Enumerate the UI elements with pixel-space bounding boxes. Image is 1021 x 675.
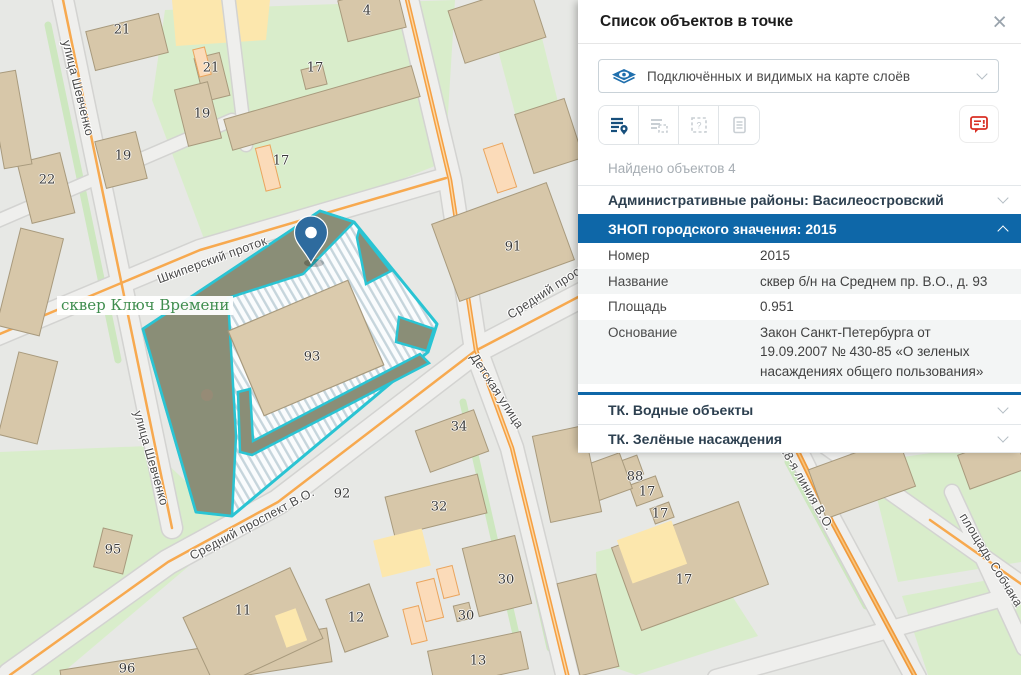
document-icon: [728, 114, 750, 136]
chevron-down-icon: [976, 68, 987, 79]
list-pin-icon: [608, 114, 630, 136]
chevron-down-icon: [997, 402, 1008, 413]
chevron-up-icon: [997, 225, 1008, 236]
svg-text:?: ?: [696, 121, 701, 131]
chevron-down-icon: [997, 192, 1008, 203]
detail-row: Название сквер б/н на Среднем пр. В.О., …: [578, 269, 1021, 295]
detail-row: Площадь 0.951: [578, 294, 1021, 320]
close-icon[interactable]: ×: [992, 12, 1007, 32]
identify-by-point-button[interactable]: [599, 106, 639, 144]
group-administrative-districts[interactable]: Административные районы: Василеостровски…: [578, 185, 1021, 214]
panel-title: Список объектов в точке: [600, 13, 992, 31]
group-znop-selected[interactable]: ЗНОП городского значения: 2015: [578, 214, 1021, 243]
list-area-icon: [648, 114, 670, 136]
group-tk-water[interactable]: ТК. Водные объекты: [578, 395, 1021, 424]
chevron-down-icon: [997, 431, 1008, 442]
group-tk-green[interactable]: ТК. Зелёные насаждения: [578, 424, 1021, 453]
layers-filter-select[interactable]: Подключённых и видимых на карте слоёв: [598, 59, 999, 93]
found-count: Найдено объектов 4: [608, 161, 1021, 185]
question-box-icon: ?: [688, 114, 710, 136]
detail-row: Номер 2015: [578, 243, 1021, 269]
object-details: Номер 2015 Название сквер б/н на Среднем…: [578, 243, 1021, 395]
identify-mode-group: ?: [598, 105, 760, 145]
app-root: улица Шевченкоулица ШевченкоШкиперский п…: [0, 0, 1021, 675]
detail-row: Основание Закон Санкт-Петербурга от 19.0…: [578, 320, 1021, 385]
identify-by-area-button[interactable]: [639, 106, 679, 144]
selected-area-label: сквер Ключ Времени: [57, 296, 233, 315]
park-tree: [201, 389, 213, 401]
panel-toolbar: ?: [598, 105, 999, 145]
panel-header: Список объектов в точке ×: [578, 0, 1021, 44]
report-problem-icon: [968, 113, 990, 135]
layers-eye-icon: [611, 68, 637, 85]
report-problem-button[interactable]: [959, 105, 999, 143]
objects-panel: Список объектов в точке × Подключённых и…: [578, 0, 1021, 450]
identify-list-button[interactable]: [719, 106, 759, 144]
identify-unknown-button[interactable]: ?: [679, 106, 719, 144]
layers-filter-label: Подключённых и видимых на карте слоёв: [647, 69, 978, 84]
